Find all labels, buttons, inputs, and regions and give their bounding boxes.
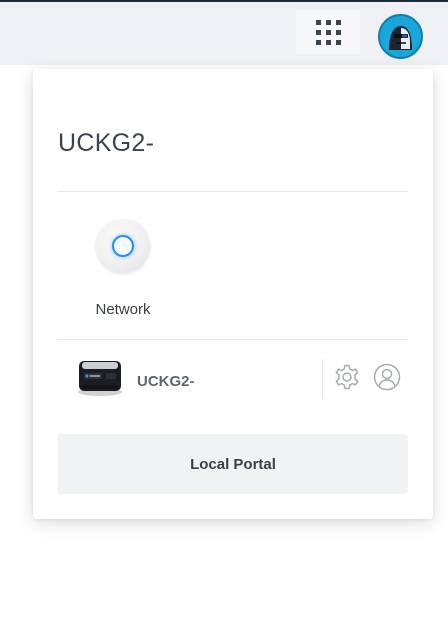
device-user-button[interactable] xyxy=(372,362,402,392)
gear-icon xyxy=(335,364,359,390)
apps-grid-button[interactable] xyxy=(296,10,360,54)
device-actions-divider xyxy=(322,359,323,399)
top-bar xyxy=(0,0,448,65)
device-settings-button[interactable] xyxy=(332,362,362,392)
device-name: UCKG2- xyxy=(137,373,195,390)
local-portal-button[interactable]: Local Portal xyxy=(58,434,408,494)
controller-panel: UCKG2- Network UCKG2- Local Portal xyxy=(33,69,433,519)
app-label: Network xyxy=(95,301,151,318)
user-avatar-icon[interactable] xyxy=(378,14,423,59)
device-row: UCKG2- xyxy=(58,341,408,419)
cloud-key-device-icon xyxy=(76,357,124,397)
apps-grid-icon xyxy=(315,19,341,45)
user-icon xyxy=(373,363,401,391)
app-tile-network[interactable]: Network xyxy=(83,219,163,329)
network-app-icon xyxy=(96,219,150,273)
title-divider xyxy=(58,191,408,192)
apps-divider xyxy=(58,339,408,340)
controller-title: UCKG2- xyxy=(58,129,155,157)
